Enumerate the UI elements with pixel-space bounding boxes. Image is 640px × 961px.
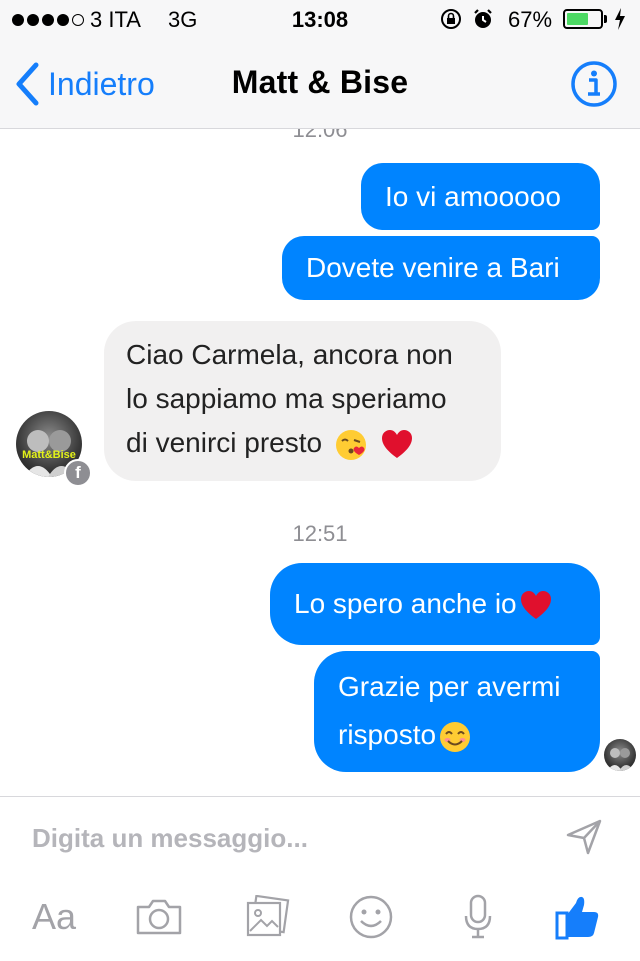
message-line: Grazie per avermi <box>338 671 561 702</box>
gallery-button[interactable] <box>240 889 294 945</box>
camera-button[interactable] <box>132 889 186 945</box>
red-heart-emoji <box>520 590 551 619</box>
message-outgoing[interactable]: Io vi amooooo <box>361 163 600 230</box>
message-line: Ciao Carmela, ancora non <box>126 339 453 370</box>
thumbs-up-icon <box>555 896 599 940</box>
conversation-title: Matt & Bise <box>231 64 409 100</box>
red-heart-emoji <box>381 429 412 458</box>
message-line: risposto <box>338 719 437 750</box>
seen-avatar <box>604 739 636 771</box>
alarm-icon <box>474 9 492 28</box>
microphone-icon <box>464 894 492 939</box>
kiss-emoji <box>335 429 366 460</box>
gallery-icon <box>246 895 290 937</box>
text-format-label: Aa <box>31 896 77 937</box>
message-outgoing[interactable]: Lo spero anche io <box>270 563 600 645</box>
text-format-button[interactable]: Aa <box>24 889 84 945</box>
voice-button[interactable] <box>458 889 498 945</box>
like-button[interactable] <box>552 889 604 945</box>
message-text: Lo spero anche io <box>294 588 517 619</box>
timestamp: 12:06 <box>292 129 348 142</box>
smiley-icon <box>349 895 393 939</box>
battery-percentage: 67% <box>508 7 553 32</box>
emoji-button[interactable] <box>346 889 396 945</box>
navigation-bar: Indietro Matt & Bise <box>0 40 640 129</box>
orientation-lock-icon <box>441 9 461 29</box>
send-arrow-icon[interactable] <box>562 815 606 859</box>
message-outgoing[interactable]: Dovete venire a Bari <box>282 236 600 300</box>
battery-icon <box>563 9 603 29</box>
charging-bolt-icon <box>615 8 625 30</box>
message-input[interactable] <box>32 817 532 859</box>
smiling-emoji <box>440 721 471 752</box>
composer: Aa <box>0 796 640 961</box>
avatar-photo <box>607 748 634 771</box>
message-line: di venirci presto <box>126 427 323 458</box>
camera-icon <box>136 899 182 935</box>
timestamp: 12:51 <box>292 521 348 546</box>
message-incoming[interactable]: Ciao Carmela, ancora non lo sappiamo ma … <box>104 321 501 481</box>
facebook-icon: f <box>64 459 92 487</box>
message-line: lo sappiamo ma speriamo <box>126 383 447 414</box>
message-thread[interactable]: 12:06 Io vi amooooo Dovete venire a Bari… <box>0 129 640 796</box>
message-outgoing[interactable]: Grazie per avermi risposto <box>314 651 600 772</box>
composer-toolbar: Aa <box>0 889 640 949</box>
info-icon[interactable] <box>570 60 618 108</box>
status-bar: 3 ITA 3G 13:08 67% <box>0 0 640 40</box>
